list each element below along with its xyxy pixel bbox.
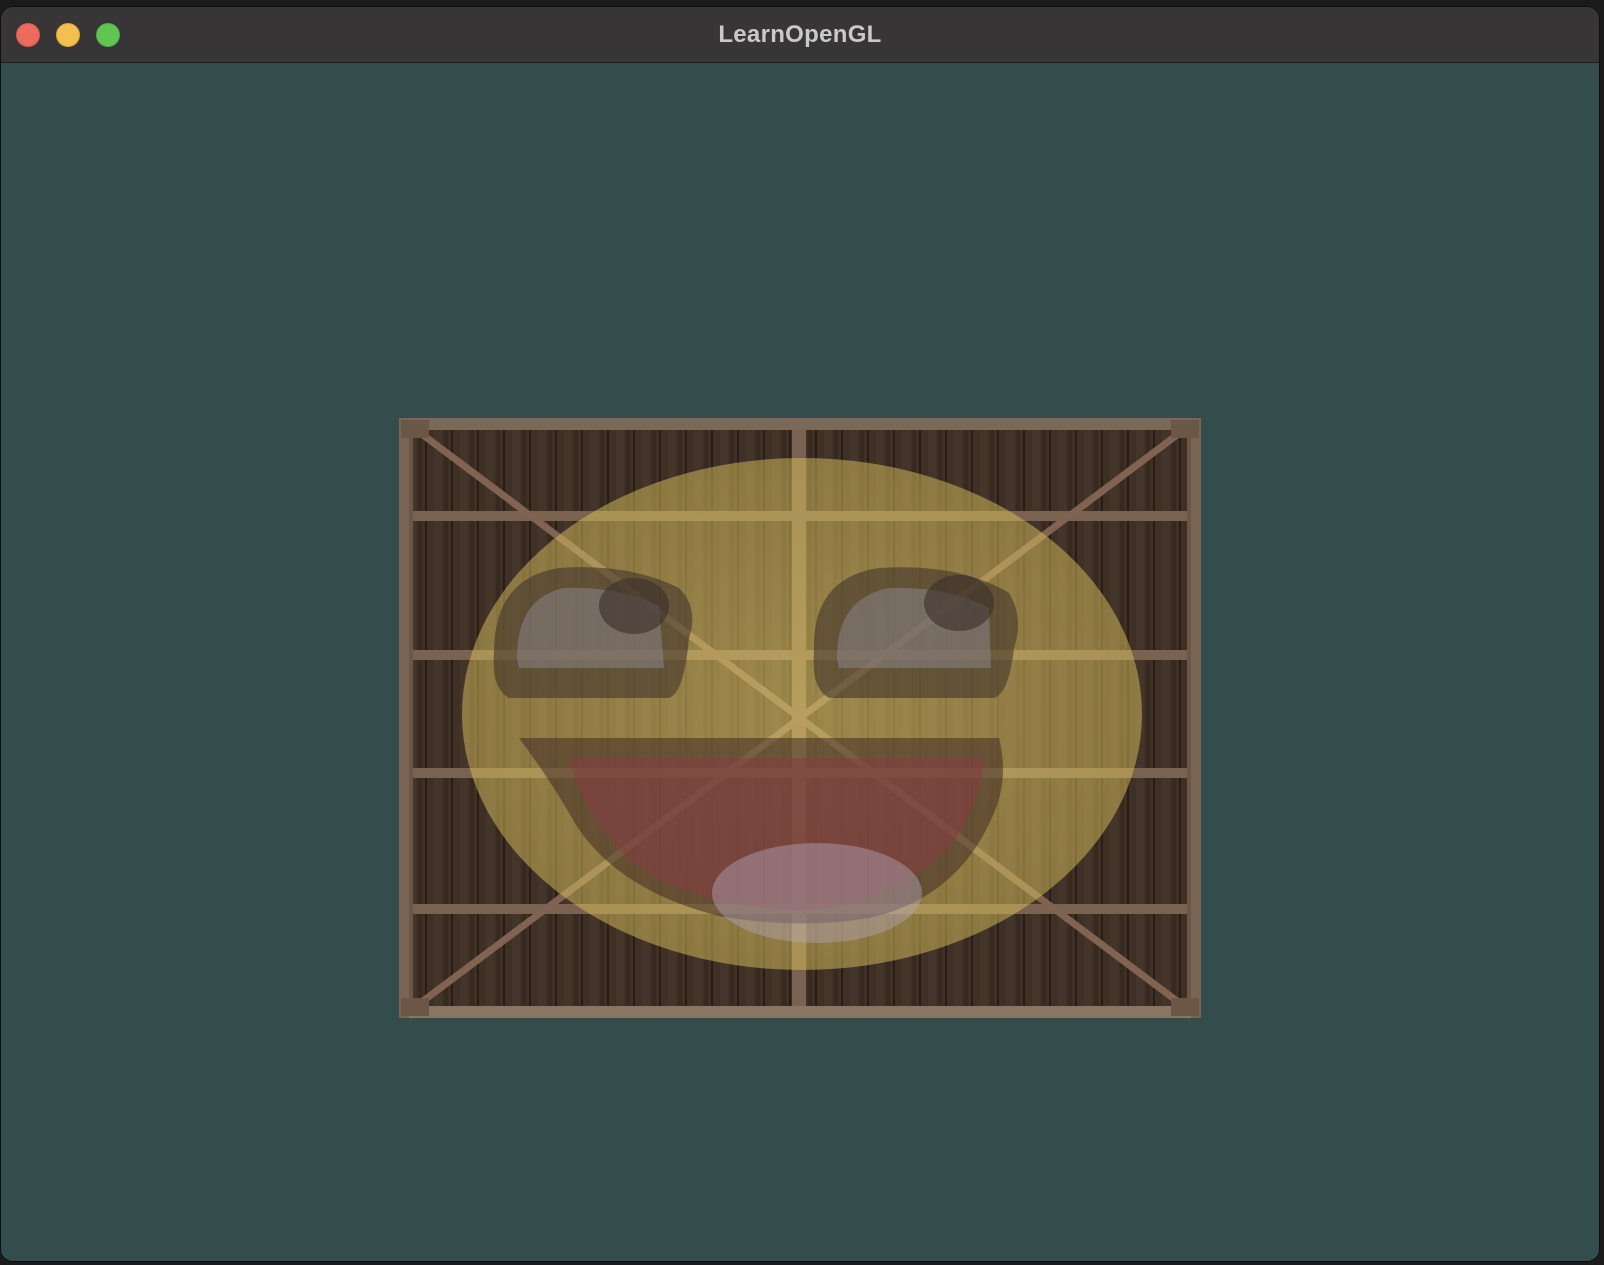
container-texture <box>399 418 1201 1018</box>
app-window: LearnOpenGL <box>1 7 1599 1261</box>
textured-quad <box>399 418 1201 1018</box>
awesomeface-texture <box>462 458 1142 970</box>
window-title: LearnOpenGL <box>718 21 882 48</box>
gl-viewport[interactable] <box>1 63 1599 1261</box>
title-bar[interactable]: LearnOpenGL <box>1 7 1599 63</box>
